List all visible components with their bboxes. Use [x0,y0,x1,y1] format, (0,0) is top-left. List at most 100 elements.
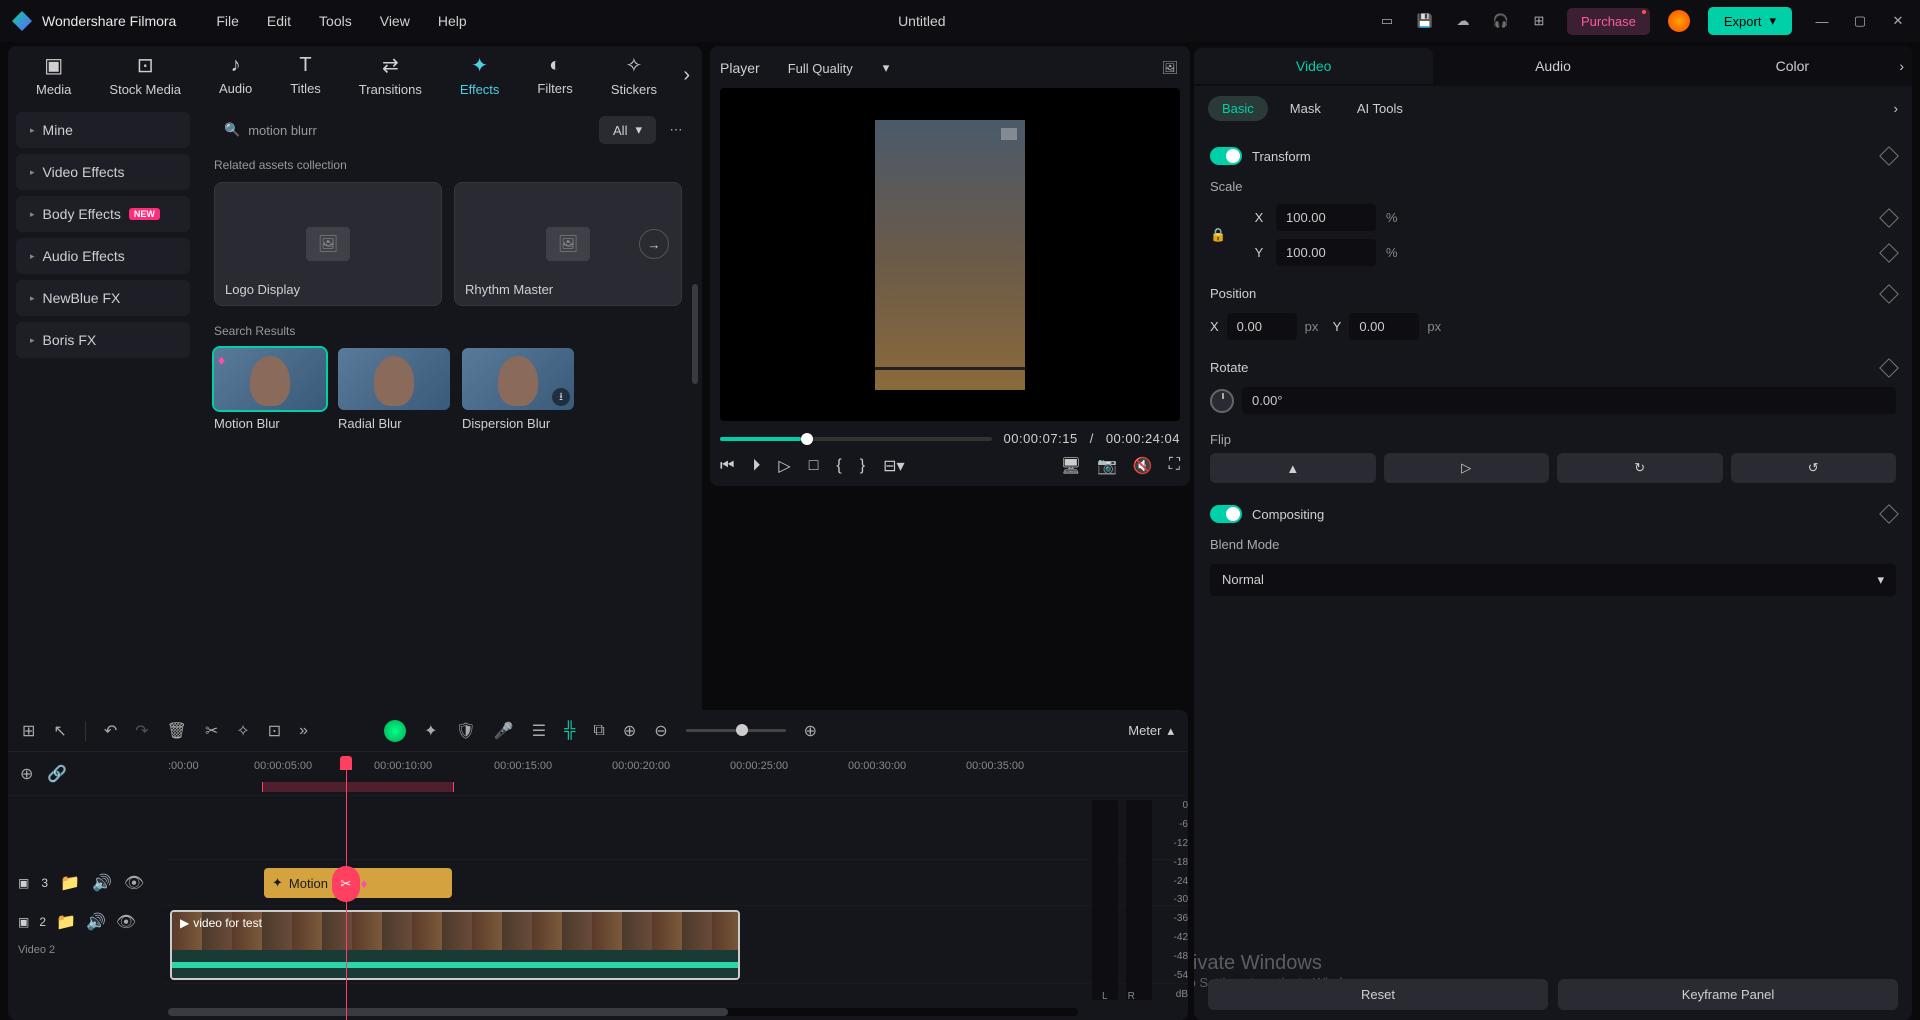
tabs-scroll-right-icon[interactable]: › [683,64,690,87]
track-mute-icon[interactable]: 🔊 [86,912,106,932]
flip-vertical-button[interactable]: ▷ [1384,453,1550,483]
playhead[interactable]: ✂ [346,756,347,1020]
prop-tab-video[interactable]: Video [1194,48,1433,84]
play-icon[interactable]: ▷ [778,456,790,476]
prev-frame-icon[interactable]: ⏮ [720,457,734,475]
purchase-button[interactable]: Purchase [1567,8,1650,35]
zoom-slider[interactable] [686,729,786,732]
rotate-keyframe-icon[interactable] [1879,358,1899,378]
split-icon[interactable]: ✂ [332,866,360,902]
tab-effects[interactable]: ✦Effects [452,49,508,101]
collection-logo-display[interactable]: 🖼 Logo Display [214,182,442,306]
cursor-icon[interactable]: ↖ [53,721,66,741]
menu-help[interactable]: Help [438,13,467,29]
content-scrollbar[interactable] [692,284,698,384]
tab-stickers[interactable]: ✧Stickers [603,49,665,101]
display-icon[interactable]: 🖥 [1061,456,1081,476]
mic-icon[interactable]: 🎤 [494,721,514,741]
play-reverse-icon[interactable]: ⏵ [752,457,760,475]
list-icon[interactable]: ☰ [532,721,546,741]
tab-stock-media[interactable]: ⊡Stock Media [101,49,189,101]
subtab-mask[interactable]: Mask [1276,96,1335,121]
crop-tool-icon[interactable]: ✧ [236,721,249,741]
minimize-icon[interactable]: — [1812,11,1832,31]
compositing-keyframe-icon[interactable] [1879,504,1899,524]
rotate-cw-button[interactable]: ↻ [1557,453,1723,483]
zoom-in-icon[interactable]: ⊕ [804,721,817,741]
progress-slider[interactable] [720,437,992,441]
cloud-icon[interactable]: ☁ [1453,11,1473,31]
video-clip[interactable]: ▶video for test [170,910,740,980]
close-icon[interactable]: ✕ [1888,11,1908,31]
position-y-input[interactable] [1349,313,1419,340]
screen-icon[interactable]: ▭ [1377,11,1397,31]
reset-button[interactable]: Reset [1208,979,1548,1010]
cut-icon[interactable]: ✂ [205,721,218,741]
delete-icon[interactable]: 🗑 [167,721,187,741]
save-icon[interactable]: 💾 [1415,11,1435,31]
stop-icon[interactable]: □ [809,457,819,475]
menu-file[interactable]: File [216,13,239,29]
scale-x-input[interactable] [1276,204,1376,231]
filter-dropdown[interactable]: All▾ [599,116,656,144]
headset-icon[interactable]: 🎧 [1491,11,1511,31]
rotate-dial[interactable] [1210,389,1234,413]
quality-dropdown[interactable]: Full Quality▾ [778,56,900,80]
position-x-input[interactable] [1227,313,1297,340]
position-keyframe-icon[interactable] [1879,284,1899,304]
menu-tools[interactable]: Tools [319,13,352,29]
link-icon[interactable]: 🔗 [47,764,67,784]
effect-dispersion-blur[interactable]: ⭳ Dispersion Blur [462,348,574,431]
rotate-input[interactable] [1242,387,1896,414]
track-folder-icon[interactable]: 📁 [60,873,80,893]
maximize-icon[interactable]: ▢ [1850,11,1870,31]
sidebar-item-mine[interactable]: ▸Mine [16,112,190,148]
subtab-ai-tools[interactable]: AI Tools [1343,96,1417,121]
ai-face-icon[interactable] [384,720,406,742]
timeline-scrollbar[interactable] [168,1008,1078,1016]
prop-tabs-more-icon[interactable]: › [1899,58,1904,74]
tab-media[interactable]: ▣Media [28,49,79,101]
meter-toggle[interactable]: Meter ▴ [1128,723,1174,739]
undo-icon[interactable]: ↶ [104,721,117,741]
zoom-out-icon[interactable]: ⊖ [654,721,667,741]
sparkle-icon[interactable]: ✦ [424,721,437,741]
sidebar-item-video-effects[interactable]: ▸Video Effects [16,154,190,190]
sidebar-item-body-effects[interactable]: ▸Body EffectsNEW [16,196,190,232]
mark-out-icon[interactable]: } [860,457,865,475]
flip-horizontal-button[interactable]: ▲ [1210,453,1376,483]
export-button[interactable]: Export▾ [1708,7,1792,35]
menu-view[interactable]: View [380,13,410,29]
timeline-ruler[interactable]: :00:00 00:00:05:00 00:00:10:00 00:00:15:… [164,752,1188,796]
effect-motion-blur[interactable]: ♦ Motion Blur [214,348,326,431]
effect-radial-blur[interactable]: Radial Blur [338,348,450,431]
mute-icon[interactable]: 🔇 [1133,456,1153,476]
prop-tab-color[interactable]: Color [1673,48,1912,84]
snapshot-icon[interactable]: 🖼 [1160,58,1180,78]
tab-audio[interactable]: ♪Audio [211,50,260,100]
redo-icon[interactable]: ↷ [135,721,148,741]
more-tools-icon[interactable]: » [299,722,308,740]
sidebar-item-boris[interactable]: ▸Boris FX [16,322,190,358]
track-hide-icon[interactable]: 👁 [124,873,144,893]
download-icon[interactable]: ⭳ [552,388,570,406]
rotate-ccw-button[interactable]: ↺ [1731,453,1897,483]
scale-y-keyframe-icon[interactable] [1879,243,1899,263]
crop-icon[interactable]: ⊡ [268,721,281,741]
tab-transitions[interactable]: ⇄Transitions [351,49,430,101]
aspect-dropdown[interactable]: ⊟▾ [883,456,904,476]
video-preview[interactable] [720,88,1180,421]
sidebar-item-audio-effects[interactable]: ▸Audio Effects [16,238,190,274]
lock-icon[interactable]: 🔒 [1210,227,1226,243]
layout-icon[interactable]: ⊞ [22,721,35,741]
scale-x-keyframe-icon[interactable] [1879,208,1899,228]
transform-keyframe-icon[interactable] [1879,146,1899,166]
sidebar-item-newblue[interactable]: ▸NewBlue FX [16,280,190,316]
apps-icon[interactable]: ⊞ [1529,11,1549,31]
track-mute-icon[interactable]: 🔊 [92,873,112,893]
subtabs-more-icon[interactable]: › [1894,101,1898,116]
tab-filters[interactable]: ◐Filters [529,50,580,100]
track-add-icon[interactable]: ⊕ [20,764,33,784]
align-icon[interactable]: ╬ [564,722,575,740]
more-icon[interactable]: ⋯ [666,120,686,140]
